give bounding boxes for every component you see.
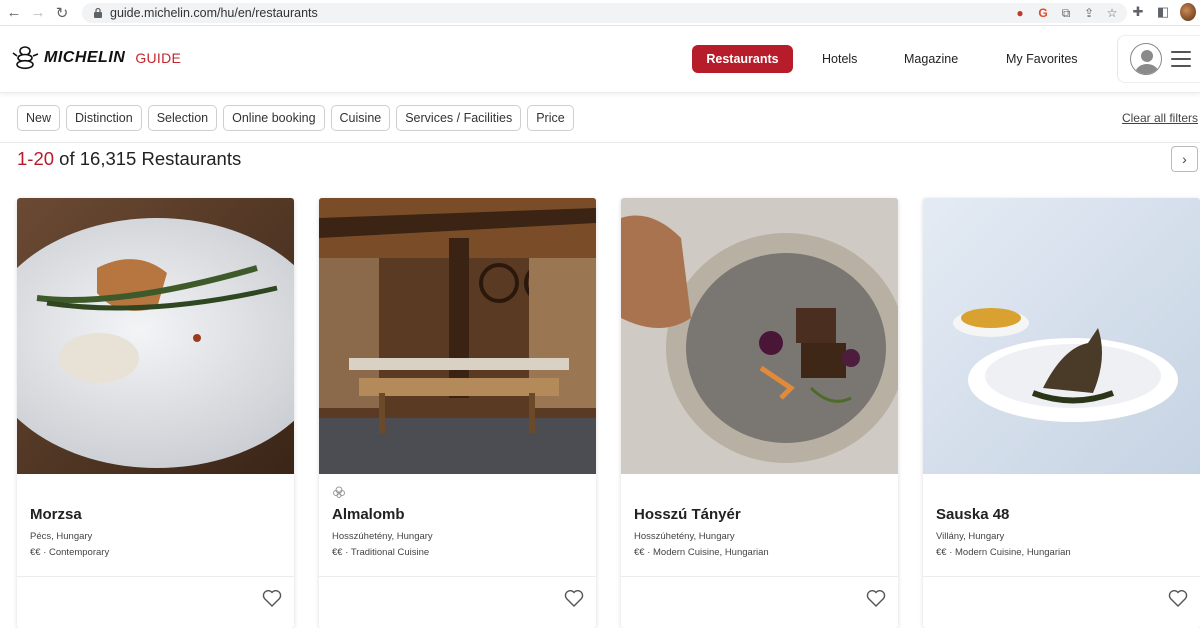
card-divider	[923, 576, 1200, 577]
filter-new[interactable]: New	[17, 105, 61, 131]
restaurant-photo[interactable]	[923, 198, 1200, 474]
restaurant-card[interactable]: Hosszú Tányér Hosszúhetény, Hungary €€ ·…	[621, 198, 898, 628]
restaurant-card[interactable]: Morzsa Pécs, Hungary €€ · Contemporary	[17, 198, 294, 628]
filter-selection[interactable]: Selection	[147, 105, 218, 131]
results-total: of 16,315 Restaurants	[54, 148, 242, 169]
back-icon[interactable]: ←	[4, 3, 24, 23]
favorite-heart-icon[interactable]	[564, 589, 584, 607]
filter-cuisine[interactable]: Cuisine	[330, 105, 391, 131]
filter-online-booking[interactable]: Online booking	[223, 105, 325, 131]
nav-my-favorites[interactable]: My Favorites	[1006, 52, 1078, 66]
card-divider	[17, 576, 294, 577]
filter-distinction[interactable]: Distinction	[66, 105, 142, 131]
favorite-heart-icon[interactable]	[866, 589, 886, 607]
url-text: guide.michelin.com/hu/en/restaurants	[110, 6, 318, 20]
address-bar[interactable]: guide.michelin.com/hu/en/restaurants ● G…	[82, 3, 1127, 23]
site-header: MICHELIN GUIDE Restaurants Hotels Magazi…	[0, 27, 1200, 93]
restaurant-photo[interactable]	[319, 198, 596, 474]
user-menu[interactable]	[1117, 35, 1200, 83]
restaurant-location: Hosszúhetény, Hungary	[332, 531, 433, 542]
divider	[0, 142, 1200, 143]
reload-icon[interactable]: ↻	[52, 3, 72, 23]
google-icon[interactable]: G	[1036, 6, 1050, 20]
restaurant-price-cuisine: €€ · Modern Cuisine, Hungarian	[634, 547, 769, 558]
forward-icon[interactable]: →	[28, 3, 48, 23]
next-page-button[interactable]: ›	[1171, 146, 1198, 172]
nav-magazine[interactable]: Magazine	[904, 52, 958, 66]
filter-services-facilities[interactable]: Services / Facilities	[396, 105, 522, 131]
main-nav: Restaurants Hotels Magazine My Favorites	[692, 45, 1078, 73]
restaurant-price-cuisine: €€ · Traditional Cuisine	[332, 547, 430, 558]
restaurant-card[interactable]: Almalomb Hosszúhetény, Hungary €€ · Trad…	[319, 198, 596, 628]
nav-hotels[interactable]: Hotels	[822, 52, 857, 66]
bookmark-star-icon[interactable]: ☆	[1105, 6, 1119, 20]
results-count: 1-20 of 16,315 Restaurants	[17, 148, 241, 170]
results-range: 1-20	[17, 148, 55, 169]
favorite-heart-icon[interactable]	[262, 589, 282, 607]
restaurant-photo[interactable]	[17, 198, 294, 474]
restaurant-location: Hosszúhetény, Hungary	[634, 531, 735, 542]
nav-restaurants[interactable]: Restaurants	[692, 45, 793, 73]
bib-gourmand-award-icon	[333, 486, 345, 498]
favorite-heart-icon[interactable]	[1168, 589, 1188, 607]
restaurant-location: Villány, Hungary	[936, 531, 1005, 542]
clear-all-filters-link[interactable]: Clear all filters	[1122, 111, 1198, 125]
filter-bar: New Distinction Selection Online booking…	[17, 105, 574, 131]
michelin-logo[interactable]: MICHELIN GUIDE	[12, 45, 181, 71]
restaurant-price-cuisine: €€ · Contemporary	[30, 547, 110, 558]
user-avatar-icon[interactable]	[1130, 43, 1162, 75]
bibendum-icon	[12, 46, 39, 70]
filter-price[interactable]: Price	[527, 105, 574, 131]
restaurant-name[interactable]: Almalomb	[332, 506, 405, 523]
lock-icon	[94, 7, 102, 18]
restaurant-name[interactable]: Sauska 48	[936, 506, 1009, 523]
restaurant-card[interactable]: Sauska 48 Villány, Hungary €€ · Modern C…	[923, 198, 1200, 628]
profile-avatar-icon[interactable]	[1180, 3, 1196, 21]
hamburger-menu-icon[interactable]	[1171, 51, 1191, 67]
logo-guide-text: GUIDE	[135, 50, 182, 66]
translate-icon[interactable]: ⧉	[1059, 6, 1073, 21]
card-divider	[319, 576, 596, 577]
restaurant-location: Pécs, Hungary	[30, 531, 93, 542]
restaurant-name[interactable]: Morzsa	[30, 506, 82, 523]
logo-wordmark: MICHELIN	[44, 49, 126, 66]
extensions-puzzle-icon[interactable]: ✚	[1130, 3, 1146, 21]
chevron-right-icon: ›	[1182, 151, 1187, 167]
extension-badge-icon[interactable]: ●	[1013, 6, 1027, 20]
restaurant-photo[interactable]	[621, 198, 898, 474]
restaurant-price-cuisine: €€ · Modern Cuisine, Hungarian	[936, 547, 1071, 558]
share-icon[interactable]: ⇪	[1082, 6, 1096, 20]
card-divider	[621, 576, 898, 577]
browser-toolbar: ← → ↻ guide.michelin.com/hu/en/restauran…	[0, 0, 1200, 26]
side-panel-icon[interactable]: ◧	[1155, 3, 1171, 21]
restaurant-name[interactable]: Hosszú Tányér	[634, 506, 741, 523]
